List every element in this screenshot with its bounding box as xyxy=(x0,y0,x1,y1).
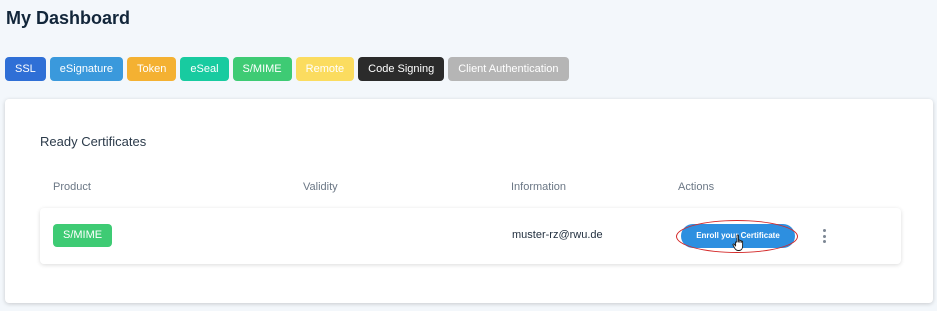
column-header-actions: Actions xyxy=(678,181,715,193)
certificate-type-tabs: SSL eSignature Token eSeal S/MIME Remote… xyxy=(5,57,569,81)
tag-token[interactable]: Token xyxy=(127,57,177,81)
information-text: muster-rz@rwu.de xyxy=(512,229,603,241)
tag-esignature[interactable]: eSignature xyxy=(49,57,124,81)
tag-eseal[interactable]: eSeal xyxy=(180,57,229,81)
column-header-product: Product xyxy=(53,181,91,193)
page-title: My Dashboard xyxy=(6,8,131,28)
column-header-information: Information xyxy=(511,181,567,193)
pointer-hand-icon xyxy=(732,234,744,251)
ready-certificates-card: Ready Certificates Product Validity Info… xyxy=(5,99,933,303)
tag-remote[interactable]: Remote xyxy=(295,57,355,81)
product-badge: S/MIME xyxy=(53,224,113,247)
tag-code-signing[interactable]: Code Signing xyxy=(358,57,445,81)
card-title: Ready Certificates xyxy=(40,134,147,149)
tag-client-authentication[interactable]: Client Authentication xyxy=(448,57,569,81)
tag-ssl[interactable]: SSL xyxy=(5,57,46,81)
more-vertical-icon[interactable] xyxy=(818,226,830,246)
column-header-validity: Validity xyxy=(303,181,338,193)
tag-smime[interactable]: S/MIME xyxy=(232,57,292,81)
table-row: S/MIME muster-rz@rwu.de Enroll your Cert… xyxy=(40,208,901,264)
